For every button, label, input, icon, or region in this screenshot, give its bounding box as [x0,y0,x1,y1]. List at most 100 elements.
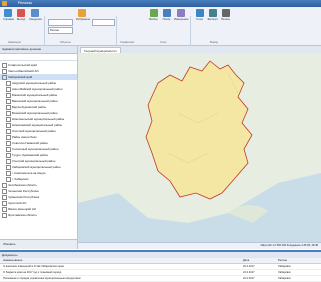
expand-toggle-icon[interactable] [2,74,7,80]
ribbon-group-label: Навигация [8,41,21,44]
tree-node-label: Верхнебуреинский район [12,105,46,109]
expand-toggle-icon[interactable] [6,146,11,152]
expand-toggle-icon[interactable] [6,134,11,140]
expand-toggle-icon[interactable] [2,212,7,218]
table-cell: 22.2.2017 [243,277,255,280]
column-region[interactable]: Регион [278,258,287,263]
tree-node[interactable]: Ярославская область [0,212,77,218]
search-icon [162,9,171,17]
tree-node-label: Ставропольский край [8,63,37,67]
expand-toggle-icon[interactable] [6,164,11,170]
expand-toggle-icon[interactable] [2,68,7,74]
select-button[interactable]: Выбор [148,9,159,21]
app-icon [2,1,7,6]
ribbon-group-label: Справочник [120,41,135,44]
tree-node-label: Ярославская область [8,213,37,217]
tree-node-label: Чувашская Республика [8,195,40,199]
tree-node-label: Ямало-Ненецкий АО [8,207,36,211]
ribbon-separator [190,16,191,48]
left-tree-panel: Административное деление Ставропольский … [0,46,78,249]
panel-footer: Обновить [0,239,77,249]
table-row[interactable]: Положение о порядке управления муниципал… [0,276,321,282]
expand-toggle-icon[interactable] [2,200,7,206]
table-cell: Хабаровск [278,265,291,268]
tree-node-label: Охотский муниципальный район [12,129,56,133]
measure-button[interactable]: Измерение [174,9,189,21]
tree-node-label: Солнечный муниципальный район [12,147,59,151]
expand-toggle-icon[interactable] [6,158,11,164]
map-canvas[interactable] [78,53,321,243]
table-cell: О бюджете края на 2017 год и плановый пе… [3,271,62,274]
expand-toggle-icon[interactable] [6,104,11,110]
tree-node-label: Амурский муниципальный район [12,81,57,85]
tree-node-label: Ульчский муниципальный район [12,159,56,163]
expand-toggle-icon[interactable] [2,206,7,212]
expand-toggle-icon[interactable] [6,122,11,128]
table-cell: Хабаровск [278,271,291,274]
tree-node-label: Ванинский муниципальный район [12,99,58,103]
window-title: Регионы [18,1,33,5]
exit-icon [17,9,25,17]
ruler-icon [176,9,185,17]
card-icon [31,9,39,17]
info-card-button[interactable]: Сведения [29,9,42,21]
tree-node-label: г. Комсомольск-на-Амуре [12,171,46,175]
layers-icon [195,9,204,17]
expand-toggle-icon[interactable] [6,80,11,86]
tree-node-label: г. Хабаровск [12,177,29,181]
expand-toggle-icon[interactable] [2,188,7,194]
tree-node-label: Советско-Гаванский район [12,141,48,145]
map-status-bar: Масштаб 1:2 500 000 Координаты 135.05, 4… [78,242,321,249]
ribbon-group-label: Слои [160,41,167,44]
expand-toggle-icon[interactable] [6,176,11,182]
expand-toggle-icon[interactable] [6,152,11,158]
tree-node-label: Челябинская область [8,183,38,187]
exit-button[interactable]: Выход [16,9,26,21]
tree-node-label: Николаевский муниципальный район [12,123,63,127]
expand-toggle-icon[interactable] [2,194,7,200]
print-icon [221,9,230,17]
table-cell: Положение о порядке управления муниципал… [3,277,81,280]
tree-node-label: Хабаровский муниципальный район [12,165,61,169]
ribbon-group-label: Объекты [60,41,71,44]
refresh-button[interactable]: Обновить [3,242,16,246]
expand-toggle-icon[interactable] [6,116,11,122]
expand-toggle-icon[interactable] [2,182,7,188]
info-icon [4,9,12,17]
ribbon-separator [116,16,117,48]
column-name[interactable]: Наименование [3,258,238,263]
documents-grid: О внесении изменений в Устав Хабаровског… [0,264,321,282]
expand-toggle-icon[interactable] [6,170,11,176]
cursor-icon [149,9,158,17]
map-view[interactable]: Текущий муниципалитет Масштаб 1:2 500 00… [78,46,321,249]
search-button[interactable]: Поиск [161,9,172,21]
table-cell: О внесении изменений в Устав Хабаровског… [3,265,64,268]
star-icon [78,9,86,17]
column-date[interactable]: Дата [243,258,249,263]
search-field[interactable] [92,19,115,26]
region-tree: Ставропольский край Ханты-Мансийский АО Ха… [0,61,77,218]
table-cell: 22.2.2017 [243,265,255,268]
expand-toggle-icon[interactable] [6,128,11,134]
region-field[interactable]: Регион [48,27,73,34]
table-cell: Хабаровск [278,277,291,280]
print-button[interactable]: Печать [220,9,231,21]
expand-toggle-icon[interactable] [6,110,11,116]
filter-field[interactable] [48,19,73,26]
export-button[interactable]: Экспорт [207,9,218,21]
help-button[interactable]: Справка [3,9,14,21]
expand-toggle-icon[interactable] [6,140,11,146]
tree-node-label: Вяземский муниципальный район [12,111,58,115]
favorites-button[interactable]: Избранное [76,9,90,21]
tree-node-label: Комсомольский муниципальный район [12,117,65,121]
tree-node-label: Чеченская Республика [8,189,39,193]
expand-toggle-icon[interactable] [2,62,7,68]
tree-node-label: Бикинский муниципальный район [12,93,58,97]
tree-filter[interactable] [0,54,77,61]
layers-button[interactable]: Слои [194,9,205,21]
export-icon [208,9,217,17]
panel-title: Административное деление [0,46,77,54]
expand-toggle-icon[interactable] [6,86,11,92]
expand-toggle-icon[interactable] [6,98,11,104]
expand-toggle-icon[interactable] [6,92,11,98]
